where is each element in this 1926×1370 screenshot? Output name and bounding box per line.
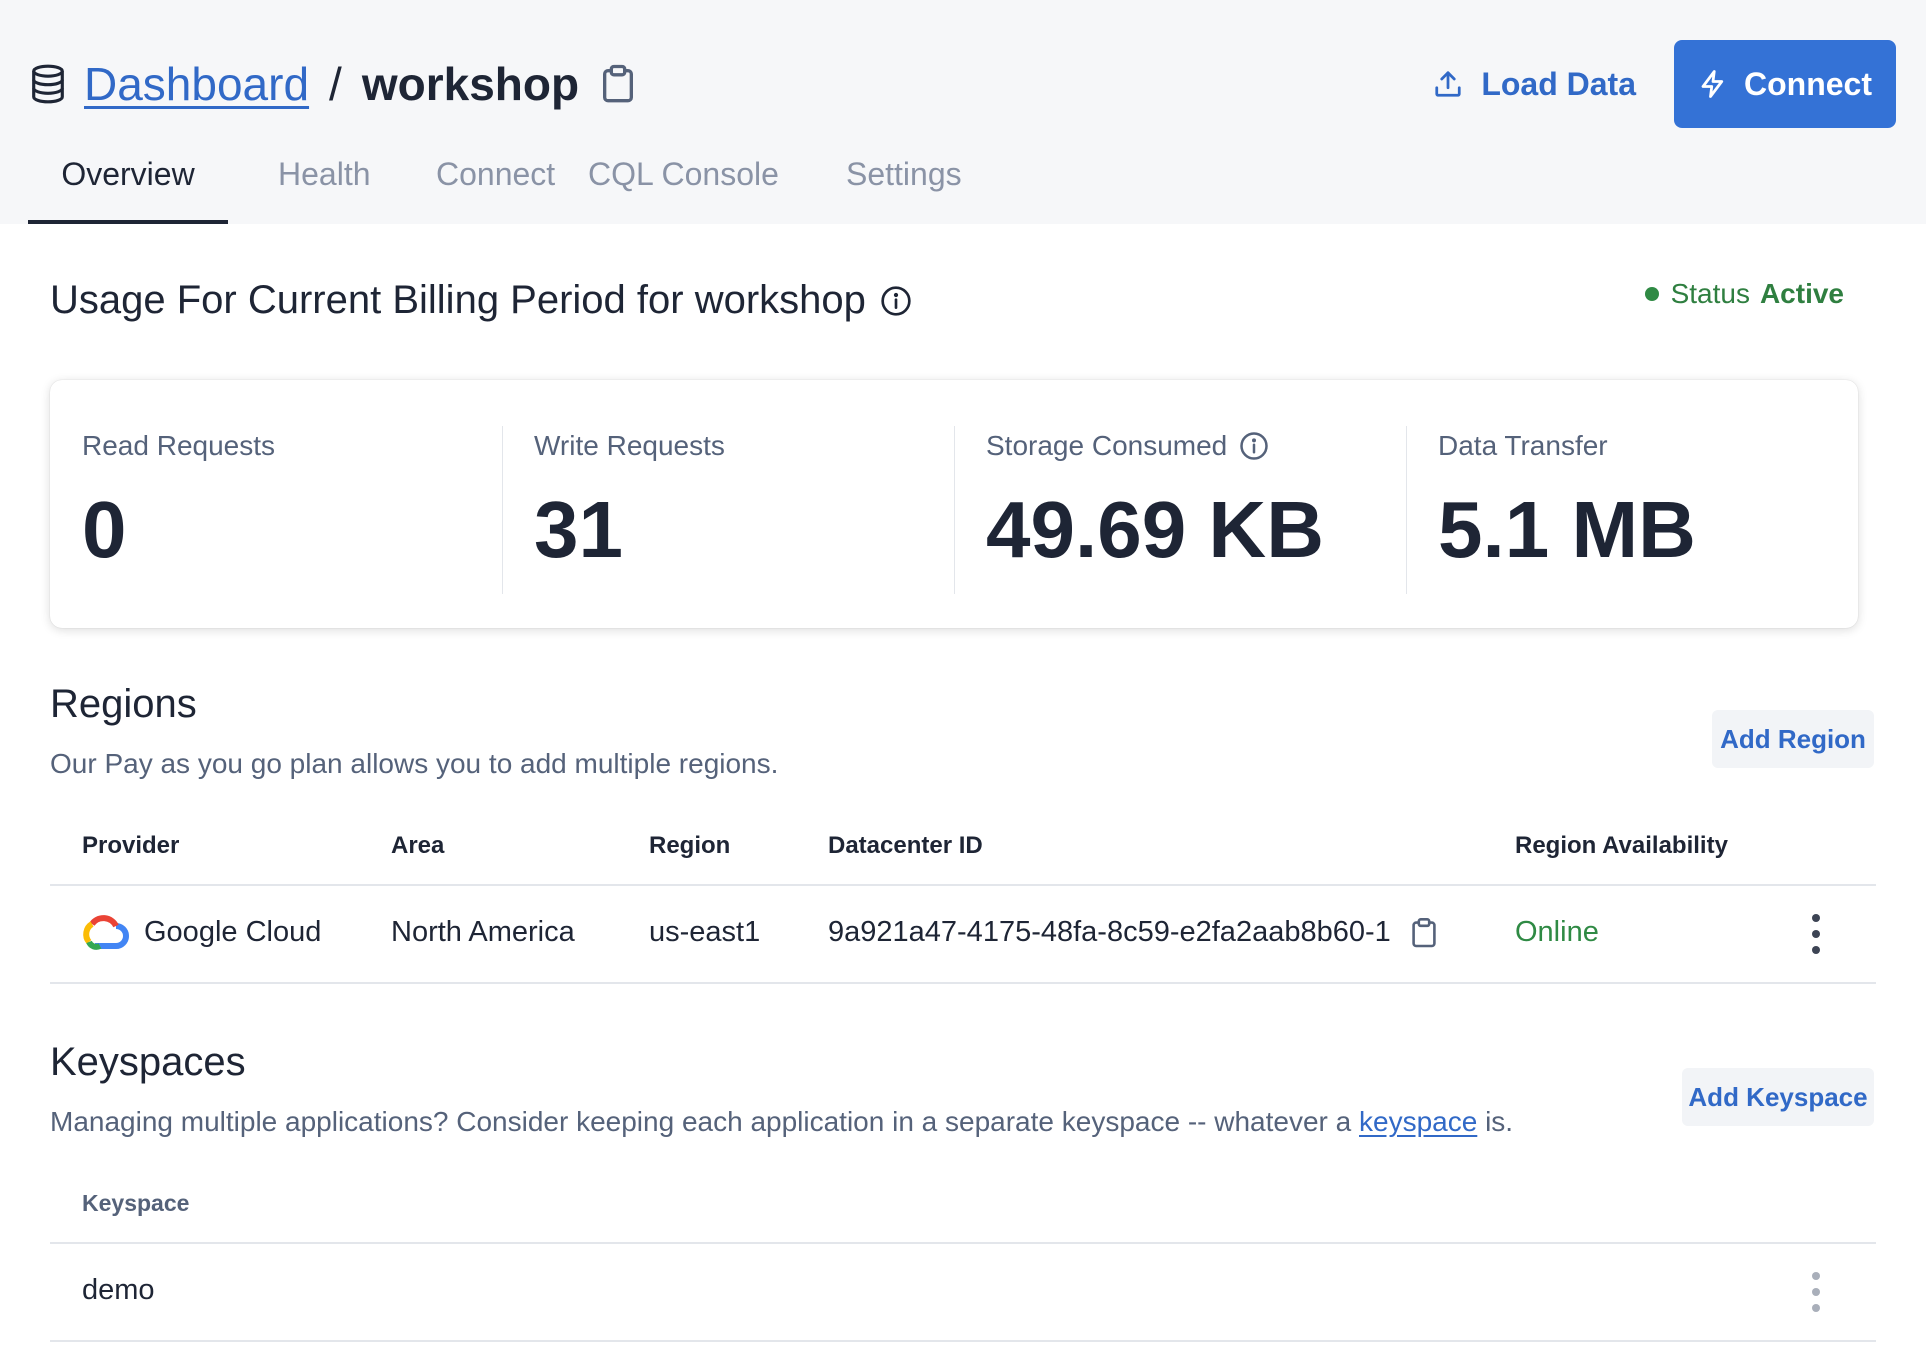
keyspaces-title: Keyspaces bbox=[50, 1040, 246, 1084]
column-header-area: Area bbox=[391, 832, 445, 859]
status-dot bbox=[1644, 287, 1659, 301]
page-header: Dashboard / workshop Load Data Connect O… bbox=[0, 0, 1926, 224]
lightning-icon bbox=[1701, 70, 1724, 98]
clipboard-icon[interactable] bbox=[601, 64, 635, 104]
google-cloud-icon bbox=[83, 915, 129, 950]
provider-cell: Google Cloud bbox=[80, 912, 321, 952]
metric-value: 31 bbox=[534, 485, 623, 574]
page-title: workshop bbox=[361, 58, 580, 110]
region-availability-status: Online bbox=[1515, 916, 1599, 948]
metric-label: Write Requests bbox=[534, 430, 725, 461]
more-vertical-icon[interactable] bbox=[1806, 1272, 1826, 1312]
area-cell: North America bbox=[391, 916, 575, 948]
regions-description: Our Pay as you go plan allows you to add… bbox=[50, 748, 779, 779]
keyspaces-description-text: Managing multiple applications? Consider… bbox=[50, 1106, 1359, 1137]
database-icon bbox=[32, 64, 64, 104]
more-vertical-icon[interactable] bbox=[1806, 914, 1826, 954]
add-region-button[interactable]: Add Region bbox=[1712, 710, 1874, 768]
status-label: Status bbox=[1670, 278, 1750, 309]
add-keyspace-button[interactable]: Add Keyspace bbox=[1682, 1068, 1874, 1126]
metric-write-requests: Write Requests 31 bbox=[502, 380, 954, 628]
table-row: demo bbox=[50, 1244, 1876, 1342]
provider-name: Google Cloud bbox=[144, 915, 322, 948]
info-icon[interactable] bbox=[1239, 431, 1269, 461]
metric-read-requests: Read Requests 0 bbox=[50, 380, 502, 628]
header-actions: Load Data Connect bbox=[1433, 40, 1896, 128]
keyspace-name: demo bbox=[82, 1274, 155, 1306]
region-cell: us-east1 bbox=[649, 916, 761, 948]
metric-value: 5.1 MB bbox=[1438, 485, 1696, 574]
column-header-provider: Provider bbox=[82, 832, 180, 859]
info-icon[interactable] bbox=[880, 285, 912, 317]
metric-data-transfer: Data Transfer 5.1 MB bbox=[1406, 380, 1858, 628]
table-header: Provider Area Region Datacenter ID Regio… bbox=[50, 808, 1876, 886]
usage-title: Usage For Current Billing Period for wor… bbox=[50, 278, 866, 322]
keyspaces-table: Keyspace demo bbox=[50, 1166, 1876, 1342]
metric-value: 0 bbox=[82, 485, 127, 574]
table-row: Google Cloud North America us-east1 9a92… bbox=[50, 886, 1876, 984]
breadcrumb-dashboard-link[interactable]: Dashboard bbox=[84, 57, 309, 111]
tab-settings[interactable]: Settings bbox=[846, 144, 976, 224]
load-data-label: Load Data bbox=[1481, 65, 1636, 102]
breadcrumb: Dashboard / workshop bbox=[30, 52, 635, 116]
usage-heading: Usage For Current Billing Period for wor… bbox=[50, 278, 912, 323]
regions-title: Regions bbox=[50, 682, 197, 726]
datacenter-id: 9a921a47-4175-48fa-8c59-e2fa2aab8b60-1 bbox=[828, 916, 1391, 948]
tab-health[interactable]: Health bbox=[278, 144, 380, 224]
metric-label: Data Transfer bbox=[1438, 430, 1608, 461]
column-header-region: Region bbox=[649, 832, 731, 859]
metric-value: 49.69 KB bbox=[986, 485, 1324, 574]
keyspaces-description-suffix: is. bbox=[1477, 1106, 1514, 1137]
status-badge: Active bbox=[1759, 278, 1844, 309]
column-header-datacenter-id: Datacenter ID bbox=[828, 832, 983, 859]
keyspace-link[interactable]: keyspace bbox=[1359, 1106, 1477, 1137]
upload-icon bbox=[1435, 71, 1461, 97]
connect-button[interactable]: Connect bbox=[1674, 40, 1896, 128]
tab-bar: Overview Health Connect CQL Console Sett… bbox=[28, 144, 976, 224]
tab-cql-console[interactable]: CQL Console bbox=[588, 144, 786, 224]
table-header: Keyspace bbox=[50, 1166, 1876, 1244]
clipboard-icon[interactable] bbox=[1411, 917, 1437, 949]
status-indicator: Status Active bbox=[1644, 278, 1844, 310]
datacenter-id-cell: 9a921a47-4175-48fa-8c59-e2fa2aab8b60-1 bbox=[828, 916, 1437, 949]
column-header-keyspace: Keyspace bbox=[82, 1190, 190, 1216]
load-data-button[interactable]: Load Data bbox=[1433, 66, 1636, 103]
tab-overview[interactable]: Overview bbox=[28, 144, 228, 224]
metric-label: Storage Consumed bbox=[986, 430, 1228, 461]
metric-storage-consumed: Storage Consumed 49.69 KB bbox=[954, 380, 1406, 628]
connect-label: Connect bbox=[1744, 65, 1872, 102]
tab-connect[interactable]: Connect bbox=[436, 144, 560, 224]
column-header-region-availability: Region Availability bbox=[1515, 832, 1728, 859]
metric-label-row: Storage Consumed bbox=[986, 430, 1406, 462]
usage-metrics-card: Read Requests 0 Write Requests 31 Storag… bbox=[50, 380, 1858, 628]
breadcrumb-separator: / bbox=[329, 58, 342, 110]
metric-label: Read Requests bbox=[82, 430, 276, 461]
regions-table: Provider Area Region Datacenter ID Regio… bbox=[50, 808, 1876, 984]
keyspaces-description: Managing multiple applications? Consider… bbox=[50, 1106, 1513, 1138]
